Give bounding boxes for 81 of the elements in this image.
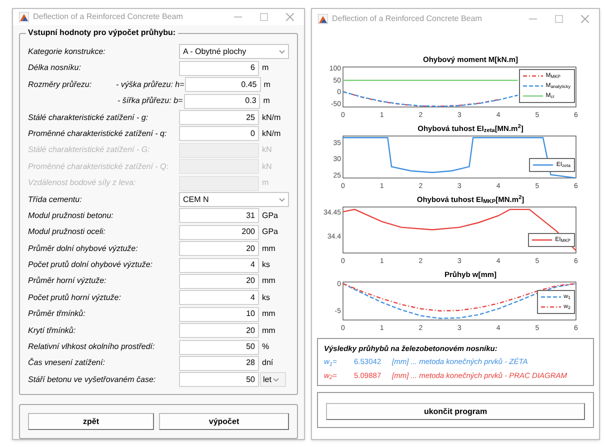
window-title: Deflection of a Reinforced Concrete Beam bbox=[33, 10, 184, 23]
close-icon[interactable] bbox=[286, 12, 294, 21]
field-label: Proměnné charakteristické zatížení - Q: bbox=[28, 160, 170, 173]
input-field[interactable]: 0.3 bbox=[184, 94, 260, 109]
push-button[interactable]: zpět bbox=[28, 413, 154, 430]
unit-label: mm bbox=[261, 324, 276, 337]
unit-label: m bbox=[261, 62, 270, 74]
input-field[interactable]: 0 bbox=[179, 126, 259, 142]
field-label: - šířka přůřezu: b= bbox=[118, 95, 184, 108]
field-label: Třída cementu: bbox=[28, 194, 83, 206]
field-label: Rozměry průřezu: bbox=[28, 78, 93, 91]
legend-line-icon bbox=[540, 295, 561, 299]
caret-icon bbox=[279, 198, 285, 202]
unit-label: ks bbox=[261, 292, 271, 304]
window-title: Deflection of a Reinforced Concrete Beam bbox=[332, 13, 483, 25]
input-field[interactable]: 0.45 bbox=[185, 77, 261, 92]
app-icon bbox=[318, 14, 328, 24]
field-label: Stáří betonu ve vyšetřovaném čase: bbox=[28, 374, 157, 386]
field-label: Počet prutů horní výztuže: bbox=[28, 292, 122, 304]
field-label: Průměr dolní ohybové výztuže: bbox=[28, 242, 139, 255]
field-label: Stálé charakteristické zatížení - g: bbox=[28, 112, 150, 124]
field-label: Čas vnesení zatížení: bbox=[28, 357, 106, 370]
unit-label: m bbox=[262, 78, 272, 91]
input-field[interactable]: 20 bbox=[179, 274, 259, 289]
maximize-icon[interactable] bbox=[260, 12, 268, 21]
field-label: Stálé charakteristické zatížení - G: bbox=[28, 144, 151, 156]
input-field[interactable]: 6 bbox=[179, 60, 259, 76]
caret-icon bbox=[279, 50, 285, 54]
field-label: Průměr horní výztuže: bbox=[28, 275, 108, 288]
field-label: Krytí třmínků: bbox=[28, 324, 77, 337]
legend-line-icon bbox=[522, 94, 543, 98]
legend-line-icon bbox=[522, 74, 543, 78]
input-field[interactable]: 31 bbox=[179, 208, 259, 224]
push-button[interactable]: výpočet bbox=[159, 413, 289, 430]
unit-label: mm bbox=[261, 242, 276, 255]
input-field[interactable]: 4 bbox=[179, 258, 259, 273]
input-field[interactable]: 50 bbox=[179, 340, 259, 355]
input-field[interactable]: 20 bbox=[179, 241, 259, 256]
input-field[interactable]: 4 bbox=[179, 290, 259, 306]
field-label: Délka nosníku: bbox=[28, 62, 82, 74]
legend-line-icon bbox=[540, 305, 561, 309]
input-field[interactable]: 200 bbox=[179, 224, 259, 240]
legend-line-icon bbox=[532, 238, 552, 242]
field-label: Kategorie konstrukce: bbox=[28, 46, 106, 58]
unit-label: mm bbox=[261, 275, 276, 288]
input-field[interactable]: 28 bbox=[179, 356, 259, 371]
maximize-icon[interactable] bbox=[555, 15, 563, 23]
unit-label: kN/m bbox=[261, 112, 282, 124]
input-field[interactable]: 20 bbox=[179, 323, 259, 338]
unit-label: mm bbox=[261, 308, 276, 320]
group-title: Vstupní hodnoty pro výpočet průhybu: bbox=[26, 28, 178, 38]
unit-label: m bbox=[262, 95, 271, 108]
field-label: Průměr třmínků: bbox=[28, 308, 86, 320]
unit-label: ks bbox=[261, 259, 271, 272]
unit-label: % bbox=[261, 341, 270, 354]
legend-line-icon bbox=[522, 84, 543, 88]
dropdown[interactable]: A - Obytné plochy bbox=[179, 44, 289, 60]
legend-line-icon bbox=[533, 163, 554, 167]
field-label: Počet prutů dolní ohybové výztuže: bbox=[28, 259, 154, 272]
dropdown[interactable]: CEM N bbox=[179, 192, 289, 207]
field-label: Vzdálenost bodové síly z leva: bbox=[28, 177, 137, 190]
field-label: - výška průřezu: h= bbox=[116, 78, 186, 91]
unit-label: kN bbox=[261, 160, 273, 173]
unit-label: GPa bbox=[261, 226, 280, 238]
field-label: Modul pružnosti betonu: bbox=[28, 210, 114, 222]
field-label: Proměnné charakteristické zatížení - q: bbox=[28, 128, 168, 140]
close-icon[interactable] bbox=[581, 15, 589, 23]
caret-icon bbox=[273, 378, 280, 382]
input-field[interactable]: 50 bbox=[179, 372, 259, 388]
input-field[interactable]: 25 bbox=[179, 110, 259, 126]
unit-label: kN/m bbox=[261, 128, 282, 140]
field-label: Modul pružnosti oceli: bbox=[28, 226, 106, 238]
unit-label: dní bbox=[261, 357, 274, 370]
unit-label: m bbox=[261, 177, 270, 190]
app-icon bbox=[19, 12, 29, 22]
field-label: Relativní vlhkost okolního prostředí: bbox=[28, 341, 156, 354]
push-button[interactable]: ukončit program bbox=[326, 403, 585, 420]
unit-label: kN bbox=[261, 144, 273, 156]
unit-dropdown[interactable]: let bbox=[260, 372, 286, 388]
input-field[interactable]: 10 bbox=[179, 306, 259, 322]
unit-label: GPa bbox=[261, 210, 280, 222]
